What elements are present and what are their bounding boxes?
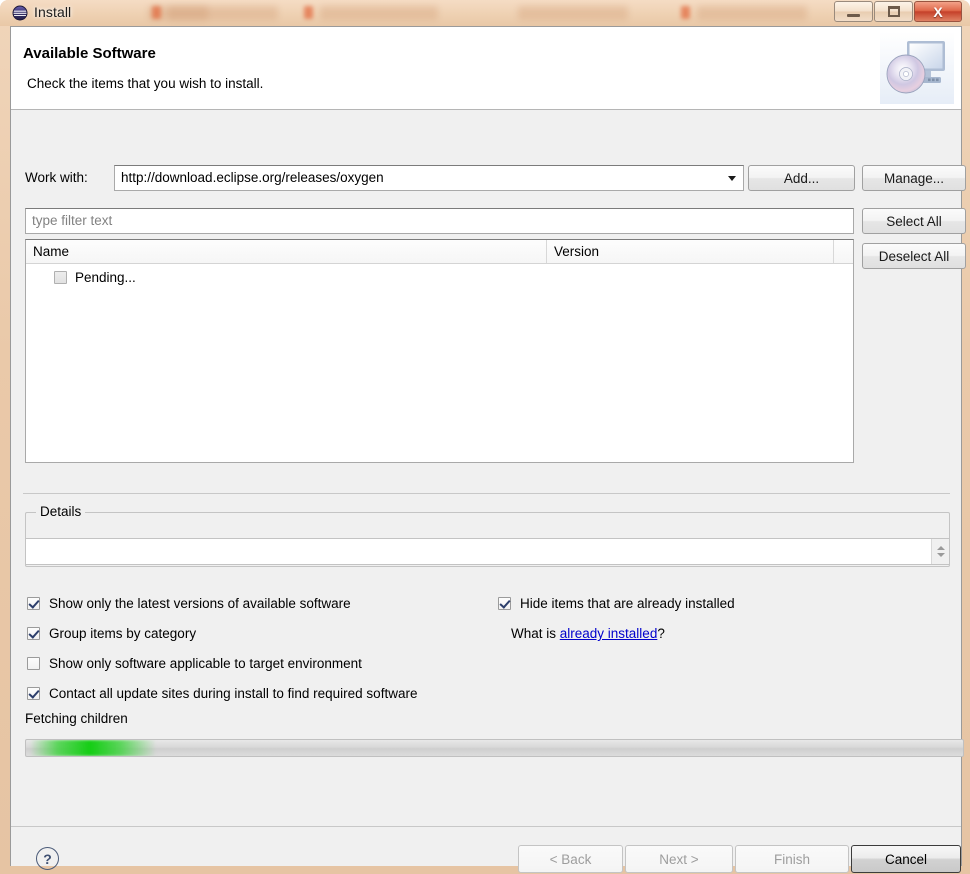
- filter-placeholder: type filter text: [32, 213, 113, 228]
- minimize-button[interactable]: [834, 1, 873, 22]
- progress-bar: [25, 739, 964, 757]
- background-blur-blob: [697, 6, 807, 20]
- checkbox-label: Group items by category: [49, 626, 197, 641]
- row-checkbox: [54, 270, 67, 284]
- close-icon: X: [933, 3, 943, 20]
- help-button[interactable]: ?: [36, 847, 59, 870]
- background-blur-blob: [518, 6, 628, 20]
- restore-icon: [887, 6, 900, 17]
- maximize-button[interactable]: [874, 1, 913, 22]
- minimize-icon: [847, 13, 860, 17]
- scroll-down-icon[interactable]: [936, 553, 945, 557]
- dialog-client-area: Available Software Check the items that …: [10, 26, 966, 873]
- close-button[interactable]: X: [914, 1, 962, 22]
- details-legend: Details: [36, 504, 86, 519]
- work-with-combobox[interactable]: http://download.eclipse.org/releases/oxy…: [114, 165, 744, 191]
- eclipse-globe-icon: [12, 5, 28, 21]
- wizard-banner: Available Software Check the items that …: [11, 27, 961, 110]
- checkbox-box[interactable]: [27, 687, 40, 700]
- checkbox-applicable-target-environment[interactable]: Show only software applicable to target …: [27, 656, 362, 671]
- filter-input[interactable]: type filter text: [25, 208, 854, 234]
- checkbox-box[interactable]: [27, 657, 40, 670]
- checkbox-contact-all-update-sites[interactable]: Contact all update sites during install …: [27, 686, 417, 701]
- checkbox-label: Show only the latest versions of availab…: [49, 596, 351, 611]
- finish-button[interactable]: Finish: [735, 845, 849, 873]
- column-header-version[interactable]: Version: [546, 240, 833, 263]
- chevron-down-icon[interactable]: [721, 166, 743, 190]
- progress-indeterminate-pulse: [30, 740, 156, 756]
- deselect-all-button[interactable]: Deselect All: [862, 243, 966, 269]
- background-blur-icon: [304, 6, 313, 19]
- checkbox-box[interactable]: [27, 627, 40, 640]
- column-header-name[interactable]: Name: [26, 240, 546, 263]
- details-text-area[interactable]: [25, 538, 950, 565]
- background-blur-icon: [152, 6, 161, 19]
- details-separator: [23, 493, 950, 494]
- next-button[interactable]: Next >: [625, 845, 733, 873]
- checkbox-box[interactable]: [27, 597, 40, 610]
- page-title: Available Software: [23, 45, 156, 62]
- checkbox-label: Show only software applicable to target …: [49, 656, 362, 671]
- row-label-name: Pending...: [75, 269, 136, 285]
- manage-button[interactable]: Manage...: [862, 165, 966, 191]
- checkbox-show-latest-versions[interactable]: Show only the latest versions of availab…: [27, 596, 351, 611]
- scroll-up-icon[interactable]: [936, 546, 945, 550]
- cancel-button[interactable]: Cancel: [851, 845, 961, 873]
- title-bar: Install X: [0, 0, 970, 26]
- background-blur-blob: [320, 6, 438, 20]
- checkbox-box[interactable]: [498, 597, 511, 610]
- table-header: Name Version: [26, 240, 853, 264]
- install-dialog-window: Install X Available Software Check the i…: [0, 0, 970, 874]
- already-installed-link[interactable]: already installed: [560, 626, 658, 641]
- checkbox-label: Hide items that are already installed: [520, 596, 735, 611]
- work-with-label: Work with:: [25, 170, 88, 185]
- back-button[interactable]: < Back: [518, 845, 623, 873]
- window-title: Install: [34, 4, 72, 20]
- footer-separator: [11, 826, 961, 827]
- available-software-table[interactable]: Name Version Pending...: [25, 239, 854, 463]
- computer-disc-icon: [880, 32, 954, 104]
- table-row[interactable]: Pending...: [26, 264, 853, 290]
- what-is-installed-text: What is already installed?: [511, 626, 665, 641]
- what-is-suffix: ?: [657, 626, 665, 641]
- page-subtitle: Check the items that you wish to install…: [27, 76, 264, 91]
- background-blur-blob: [168, 6, 278, 20]
- progress-status-label: Fetching children: [25, 711, 128, 726]
- work-with-value: http://download.eclipse.org/releases/oxy…: [121, 170, 384, 185]
- details-scroll-spinner[interactable]: [931, 539, 949, 564]
- add-button[interactable]: Add...: [748, 165, 855, 191]
- checkbox-hide-already-installed[interactable]: Hide items that are already installed: [498, 596, 735, 611]
- column-header-spacer: [833, 240, 853, 263]
- checkbox-group-by-category[interactable]: Group items by category: [27, 626, 196, 641]
- select-all-button[interactable]: Select All: [862, 208, 966, 234]
- what-is-prefix: What is: [511, 626, 560, 641]
- background-blur-icon: [681, 6, 690, 19]
- checkbox-label: Contact all update sites during install …: [49, 686, 418, 701]
